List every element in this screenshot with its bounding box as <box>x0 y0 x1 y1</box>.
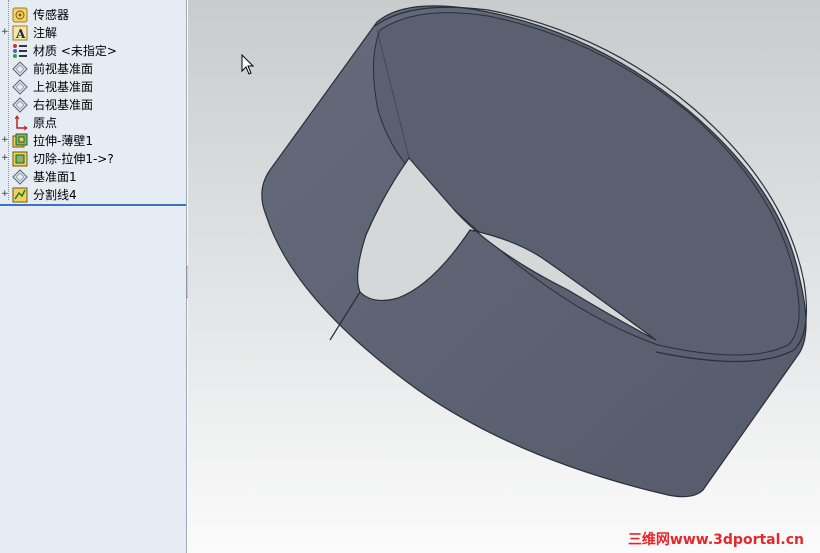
tree-item-right-plane[interactable]: 右视基准面 <box>0 96 186 114</box>
feature-manager-tree: 传感器 + A 注解 材质 <未指定> 前视基准面 上视基准面 右视基准面 原点… <box>0 0 187 553</box>
expand-icon[interactable]: + <box>1 190 9 199</box>
tree-item-cut-extrude1[interactable]: + 切除-拉伸1->? <box>0 150 186 168</box>
plane-icon <box>12 61 28 77</box>
expand-icon[interactable]: + <box>1 28 9 37</box>
split-line-icon <box>12 187 28 203</box>
material-icon <box>12 43 28 59</box>
tree-item-front-plane[interactable]: 前视基准面 <box>0 60 186 78</box>
tree-item-label: 材质 <未指定> <box>33 44 117 58</box>
tree-item-label: 上视基准面 <box>33 80 94 94</box>
tree-item-plane1[interactable]: 基准面1 <box>0 168 186 186</box>
tree-item-extrude-thin1[interactable]: + 拉伸-薄壁1 <box>0 132 186 150</box>
graphics-viewport[interactable]: 三维网www.3dportal.cn <box>188 0 820 553</box>
thin-wall-cylinder-model <box>261 5 808 498</box>
expand-icon[interactable]: + <box>1 154 9 163</box>
extrude-thin-icon <box>12 133 28 149</box>
site-watermark: 三维网www.3dportal.cn <box>627 532 804 548</box>
tree-item-top-plane[interactable]: 上视基准面 <box>0 78 186 96</box>
tree-item-label: 原点 <box>33 116 58 130</box>
tree-item-label: 切除-拉伸1->? <box>33 152 114 166</box>
plane-icon <box>12 169 28 185</box>
svg-text:A: A <box>15 27 26 41</box>
tree-item-sensors[interactable]: 传感器 <box>0 6 186 24</box>
plane-icon <box>12 79 28 95</box>
tree-item-label: 前视基准面 <box>33 62 94 76</box>
tree-item-origin[interactable]: 原点 <box>0 114 186 132</box>
tree-item-label: 拉伸-薄壁1 <box>33 134 93 148</box>
sensor-icon <box>12 7 28 23</box>
tree-item-split-line4[interactable]: + 分割线4 <box>0 186 186 204</box>
tree-item-annotations[interactable]: + A 注解 <box>0 24 186 42</box>
cut-extrude-icon <box>12 151 28 167</box>
tree-item-label: 基准面1 <box>33 170 77 184</box>
tree-item-label: 右视基准面 <box>33 98 94 112</box>
tree-item-label: 注解 <box>33 26 58 40</box>
origin-icon <box>12 115 28 131</box>
mouse-cursor-icon <box>241 54 255 75</box>
tree-item-material[interactable]: 材质 <未指定> <box>0 42 186 60</box>
rollback-bar[interactable] <box>0 204 186 206</box>
tree-item-label: 分割线4 <box>33 188 77 202</box>
annotation-icon: A <box>12 25 28 41</box>
tree-item-label: 传感器 <box>33 8 70 22</box>
plane-icon <box>12 97 28 113</box>
expand-icon[interactable]: + <box>1 136 9 145</box>
